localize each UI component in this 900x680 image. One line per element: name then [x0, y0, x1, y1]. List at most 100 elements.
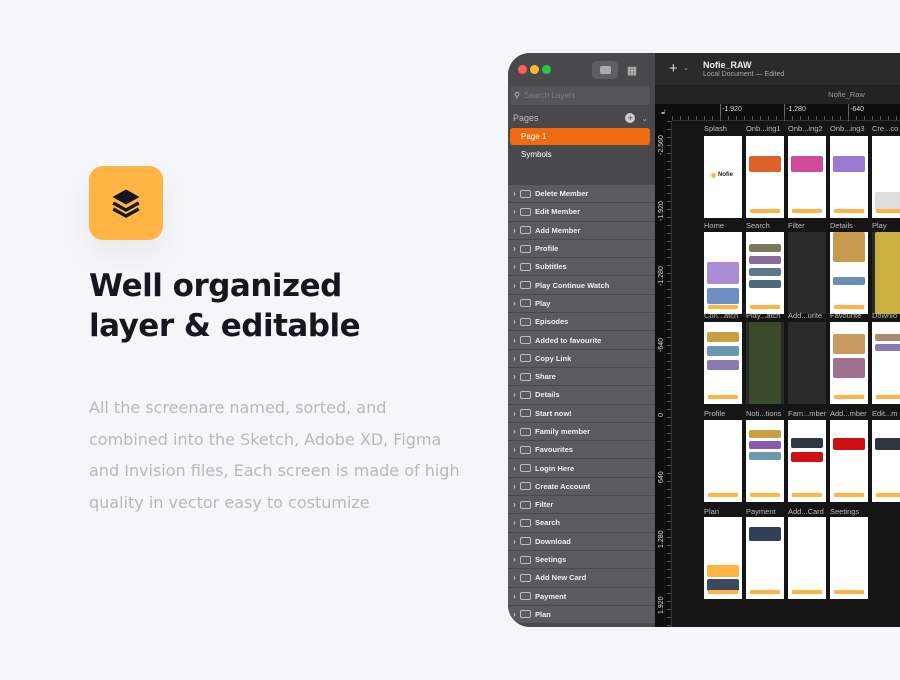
- chevron-down-icon[interactable]: ⌄: [641, 114, 648, 123]
- artboard[interactable]: [872, 420, 900, 502]
- artboard[interactable]: Nofie: [704, 136, 742, 218]
- canvas[interactable]: + ⌄ Nofie_RAW Local Document — Edited No…: [655, 53, 900, 627]
- artboard[interactable]: [746, 420, 784, 502]
- lock-icon[interactable]: 🔓︎: [655, 104, 672, 121]
- layer-row[interactable]: › Login Here: [508, 459, 655, 477]
- layer-row[interactable]: › Favourites: [508, 441, 655, 459]
- chevron-down-icon[interactable]: ⌄: [683, 64, 689, 72]
- chevron-right-icon[interactable]: ›: [508, 573, 518, 582]
- layer-row[interactable]: › Seetings: [508, 550, 655, 569]
- artboard-image: [749, 441, 781, 449]
- insert-icon[interactable]: +: [669, 60, 678, 77]
- layer-row[interactable]: › Share: [508, 367, 655, 386]
- artboard[interactable]: [830, 420, 868, 502]
- artboard[interactable]: [788, 517, 826, 599]
- layer-row[interactable]: › Create Account: [508, 477, 655, 496]
- artboard-label: Plan: [704, 507, 720, 516]
- chevron-right-icon[interactable]: ›: [508, 482, 518, 491]
- document-tab[interactable]: Nofie_Raw: [655, 86, 900, 104]
- chevron-right-icon[interactable]: ›: [508, 409, 518, 418]
- artboard[interactable]: [746, 232, 784, 314]
- layer-row[interactable]: › Play: [508, 294, 655, 313]
- artboard[interactable]: [830, 136, 868, 218]
- artboard[interactable]: [704, 517, 742, 599]
- artboard[interactable]: [788, 232, 826, 314]
- layer-row[interactable]: › Delete Member: [508, 185, 655, 203]
- search-layers-input[interactable]: ⚲ Search Layers: [510, 86, 650, 105]
- artboard-label: Noti...tions: [746, 409, 782, 418]
- chevron-right-icon[interactable]: ›: [508, 518, 518, 527]
- layer-row[interactable]: › Subtitles: [508, 258, 655, 276]
- ruler-tick: [667, 353, 671, 354]
- chevron-right-icon[interactable]: ›: [508, 390, 518, 399]
- layer-row[interactable]: › Play Continue Watch: [508, 276, 655, 294]
- layer-row[interactable]: › Profile: [508, 239, 655, 258]
- artboard[interactable]: [746, 322, 784, 404]
- layer-row[interactable]: › Episodes: [508, 313, 655, 331]
- ruler-tick: [680, 116, 681, 120]
- artboard[interactable]: [830, 517, 868, 599]
- chevron-right-icon[interactable]: ›: [508, 317, 518, 326]
- add-page-icon[interactable]: +: [625, 113, 636, 123]
- layer-row[interactable]: › Add New Card: [508, 569, 655, 587]
- chevron-right-icon[interactable]: ›: [508, 262, 518, 271]
- chevron-right-icon[interactable]: ›: [508, 610, 518, 619]
- chevron-right-icon[interactable]: ›: [508, 464, 518, 473]
- close-window-button[interactable]: [518, 65, 527, 74]
- ruler-label: 0: [658, 413, 665, 417]
- minimize-window-button[interactable]: [530, 65, 539, 74]
- layer-row[interactable]: › Copy Link: [508, 349, 655, 367]
- chevron-right-icon[interactable]: ›: [508, 555, 518, 564]
- page-item-page-1[interactable]: Page 1: [510, 128, 650, 145]
- layer-row[interactable]: › Add Member: [508, 221, 655, 239]
- ruler-tick: [864, 116, 865, 120]
- maximize-window-button[interactable]: [542, 65, 551, 74]
- layer-name: Login Here: [535, 463, 575, 473]
- layer-row[interactable]: › Payment: [508, 587, 655, 605]
- layer-row[interactable]: › Filter: [508, 496, 655, 514]
- layer-row[interactable]: › Details: [508, 386, 655, 404]
- chevron-right-icon[interactable]: ›: [508, 244, 518, 253]
- layer-row[interactable]: › Edit Member: [508, 203, 655, 221]
- artboard[interactable]: [830, 322, 868, 404]
- layer-row[interactable]: › Start now!: [508, 404, 655, 422]
- artboard[interactable]: [788, 322, 826, 404]
- layers-view-button[interactable]: [592, 61, 618, 79]
- chevron-right-icon[interactable]: ›: [508, 336, 518, 345]
- artboard[interactable]: [704, 322, 742, 404]
- chevron-right-icon[interactable]: ›: [508, 445, 518, 454]
- layer-row[interactable]: › Plan: [508, 605, 655, 624]
- layer-row[interactable]: › Download: [508, 532, 655, 550]
- chevron-right-icon[interactable]: ›: [508, 354, 518, 363]
- chevron-right-icon[interactable]: ›: [508, 207, 518, 216]
- chevron-right-icon[interactable]: ›: [508, 281, 518, 290]
- artboard[interactable]: [872, 322, 900, 404]
- chevron-right-icon[interactable]: ›: [508, 500, 518, 509]
- artboard[interactable]: [830, 232, 868, 314]
- layer-name: Play Continue Watch: [535, 280, 610, 290]
- ruler-tick: [667, 489, 671, 490]
- artboard-image: [749, 280, 781, 288]
- layer-row[interactable]: › Search: [508, 514, 655, 532]
- ruler-tick: [667, 529, 671, 530]
- chevron-right-icon[interactable]: ›: [508, 427, 518, 436]
- components-view-button[interactable]: ▦: [619, 61, 645, 79]
- chevron-right-icon[interactable]: ›: [508, 299, 518, 308]
- artboard[interactable]: [872, 136, 900, 218]
- chevron-right-icon[interactable]: ›: [508, 189, 518, 198]
- artboard[interactable]: [872, 232, 900, 314]
- layer-row[interactable]: › Family member: [508, 422, 655, 441]
- ruler-label: 1.920: [658, 595, 665, 614]
- layer-row[interactable]: › Added to favourite: [508, 331, 655, 349]
- chevron-right-icon[interactable]: ›: [508, 592, 518, 601]
- artboard[interactable]: [704, 420, 742, 502]
- chevron-right-icon[interactable]: ›: [508, 372, 518, 381]
- artboard[interactable]: [704, 232, 742, 314]
- chevron-right-icon[interactable]: ›: [508, 226, 518, 235]
- chevron-right-icon[interactable]: ›: [508, 537, 518, 546]
- artboard[interactable]: [746, 517, 784, 599]
- artboard[interactable]: [746, 136, 784, 218]
- artboard[interactable]: [788, 420, 826, 502]
- page-item-symbols[interactable]: Symbols: [510, 146, 650, 163]
- artboard[interactable]: [788, 136, 826, 218]
